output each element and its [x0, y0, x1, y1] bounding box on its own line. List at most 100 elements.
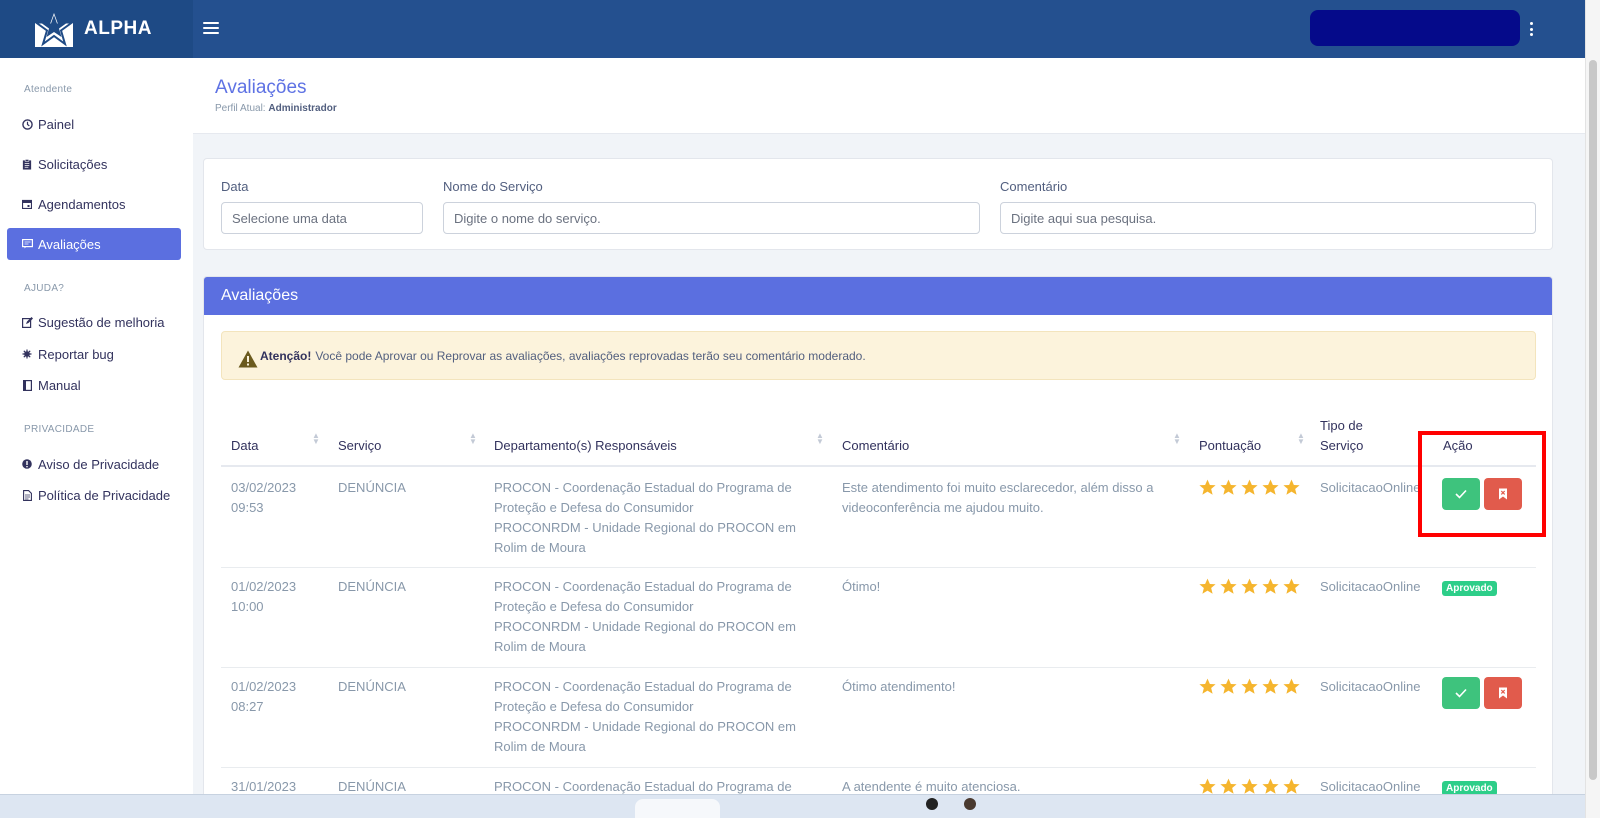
star-icon	[1262, 479, 1279, 495]
sort-icon[interactable]: ▲ ▼	[816, 432, 824, 446]
service-filter-input[interactable]	[443, 202, 980, 234]
sidebar-item-avaliacoes[interactable]: Avaliações	[7, 228, 181, 260]
sidebar-item-reportar-bug[interactable]: Reportar bug	[7, 338, 181, 370]
column-header-score[interactable]: Pontuação	[1199, 438, 1261, 453]
reject-button[interactable]	[1484, 677, 1522, 709]
star-icon	[1220, 678, 1237, 694]
table-cell-comment: Ótimo!	[842, 579, 881, 594]
approved-badge: Aprovado	[1442, 581, 1497, 596]
star-icon	[1241, 678, 1258, 694]
rating-stars	[1199, 678, 1300, 695]
rating-stars	[1199, 778, 1300, 795]
column-header-type-line2[interactable]: Serviço	[1320, 438, 1363, 453]
star-icon	[1220, 578, 1237, 594]
table-cell-date: 01/02/2023 08:27	[231, 679, 297, 714]
book-icon	[21, 379, 33, 391]
table-cell-departments: PROCON - Coordenação Estadual do Program…	[494, 579, 796, 654]
top-navbar: ALPHA	[0, 0, 1600, 58]
current-profile: Perfil Atual: Administrador	[215, 103, 337, 114]
date-filter-label: Data	[221, 179, 249, 194]
rating-stars	[1199, 479, 1300, 496]
sort-icon[interactable]: ▲ ▼	[312, 432, 320, 446]
page-title: Avaliações	[215, 77, 307, 98]
taskbar-tab[interactable]	[635, 799, 720, 818]
star-icon	[1241, 479, 1258, 495]
profile-value: Administrador	[268, 103, 337, 114]
clipboard-icon	[21, 158, 33, 170]
sidebar-item-label: Agendamentos	[38, 196, 126, 212]
taskbar-icon[interactable]	[964, 798, 976, 810]
clock-icon	[21, 118, 33, 130]
check-icon	[1455, 688, 1467, 698]
sidebar-item-politica-privacidade[interactable]: Política de Privacidade	[7, 479, 181, 511]
sidebar-item-painel[interactable]: Painel	[7, 108, 181, 140]
sidebar-item-label: Avaliações	[38, 236, 101, 252]
sort-icon[interactable]: ▲ ▼	[1173, 432, 1181, 446]
column-header-date[interactable]: Data	[231, 438, 258, 453]
service-filter-label: Nome do Serviço	[443, 179, 543, 194]
sidebar-item-label: Sugestão de melhoria	[38, 314, 165, 330]
page-header: Avaliações Perfil Atual: Administrador	[193, 58, 1585, 134]
table-cell-comment: Este atendimento foi muito esclarecedor,…	[842, 480, 1154, 515]
sidebar-item-solicitacoes[interactable]: Solicitações	[7, 148, 181, 180]
user-menu[interactable]	[1310, 10, 1520, 46]
sidebar-section-ajuda: AJUDA?	[24, 283, 65, 294]
exclamation-icon	[21, 458, 33, 470]
row-divider	[221, 567, 1536, 568]
warning-alert: Atenção! Você pode Aprovar ou Reprovar a…	[221, 331, 1536, 380]
column-header-service[interactable]: Serviço	[338, 438, 381, 453]
star-icon	[1199, 578, 1216, 594]
sidebar-item-label: Solicitações	[38, 156, 108, 172]
vertical-scrollbar[interactable]	[1585, 0, 1600, 818]
sort-icon[interactable]: ▲ ▼	[469, 432, 477, 446]
sort-icon[interactable]: ▲ ▼	[1297, 432, 1305, 446]
bug-icon	[21, 348, 33, 360]
date-filter-input[interactable]	[221, 202, 423, 234]
table-cell-type: SolicitacaoOnline	[1320, 579, 1421, 594]
sidebar-item-label: Política de Privacidade	[38, 487, 171, 503]
star-icon	[1262, 678, 1279, 694]
star-icon	[1241, 578, 1258, 594]
profile-label: Perfil Atual:	[215, 103, 266, 114]
approve-button[interactable]	[1442, 677, 1480, 709]
table-cell-departments: PROCON - Coordenação Estadual do Program…	[494, 679, 796, 754]
column-header-type-line1[interactable]: Tipo de	[1320, 418, 1363, 433]
star-icon	[1262, 778, 1279, 794]
sidebar-item-agendamentos[interactable]: Agendamentos	[7, 188, 181, 220]
sidebar-item-label: Aviso de Privacidade	[38, 456, 160, 472]
star-icon	[1220, 479, 1237, 495]
sidebar-item-sugestao[interactable]: Sugestão de melhoria	[7, 306, 181, 338]
taskbar-icon[interactable]	[926, 798, 938, 810]
alert-text: Você pode Aprovar ou Reprovar as avaliaç…	[315, 348, 866, 363]
column-header-comment[interactable]: Comentário	[842, 438, 909, 453]
sidebar-section-privacidade: PRIVACIDADE	[24, 424, 95, 435]
comment-filter-input[interactable]	[1000, 202, 1536, 234]
reviews-card-title: Avaliações	[204, 277, 1552, 315]
rating-stars	[1199, 578, 1300, 595]
row-divider	[221, 667, 1536, 668]
warning-icon	[238, 350, 258, 367]
table-cell-service: DENÚNCIA	[338, 579, 406, 594]
table-cell-type: SolicitacaoOnline	[1320, 679, 1421, 694]
bookmark-x-icon	[1499, 687, 1507, 699]
table-cell-comment: Ótimo atendimento!	[842, 679, 956, 694]
table-cell-service: DENÚNCIA	[338, 480, 406, 495]
table-header-divider	[221, 465, 1536, 467]
menu-toggle-icon[interactable]	[203, 22, 219, 36]
sidebar-item-manual[interactable]: Manual	[7, 369, 181, 401]
column-header-departments[interactable]: Departamento(s) Responsáveis	[494, 438, 677, 453]
sidebar-section-atendente: Atendente	[24, 84, 73, 95]
star-icon	[1220, 778, 1237, 794]
star-icon	[1283, 578, 1300, 594]
more-options-icon[interactable]	[1527, 22, 1535, 36]
table-cell-date: 01/02/2023 10:00	[231, 579, 297, 614]
document-icon	[21, 489, 33, 501]
brand[interactable]: ALPHA	[0, 0, 193, 58]
star-icon	[1199, 778, 1216, 794]
sidebar-item-aviso-privacidade[interactable]: Aviso de Privacidade	[7, 448, 181, 480]
filter-card: Data Nome do Serviço Comentário	[203, 158, 1553, 250]
reviews-card: Avaliações Atenção! Você pode Aprovar ou…	[203, 276, 1553, 818]
sidebar-item-label: Manual	[38, 377, 81, 393]
star-icon	[1241, 778, 1258, 794]
star-logo-icon	[34, 9, 74, 47]
